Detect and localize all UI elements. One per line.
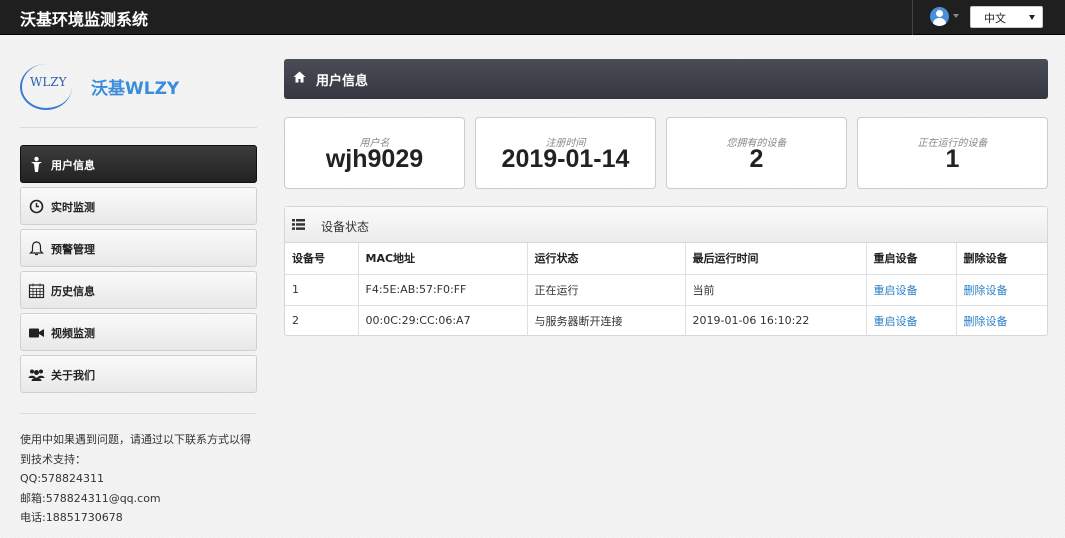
user-menu-caret-icon[interactable] (953, 14, 959, 18)
sidebar-item-label: 关于我们 (51, 369, 95, 382)
device-id: 2 (285, 305, 359, 336)
logo: WLZY 沃基WLZY (20, 64, 257, 110)
device-mac: F4:5E:AB:57:F0:FF (358, 274, 528, 306)
restart-device-link[interactable]: 重启设备 (874, 315, 918, 328)
sidebar-item-user-info[interactable]: 用户信息 (20, 145, 257, 183)
stat-value: 2 (749, 145, 764, 173)
stat-value: wjh9029 (325, 145, 424, 173)
user-icon (31, 156, 42, 172)
stat-value: 1 (945, 145, 960, 173)
device-last-run: 2019-01-06 16:10:22 (685, 305, 867, 336)
user-avatar-icon[interactable] (930, 7, 949, 26)
device-status: 与服务器断开连接 (527, 305, 686, 336)
delete-cell: 删除设备 (956, 274, 1047, 306)
contact-email: 邮箱:578824311@qq.com (20, 491, 161, 505)
device-table: 设备号 MAC地址 运行状态 最后运行时间 重启设备 删除设备 1 F4:5E:… (285, 243, 1047, 336)
top-navbar: 沃基环境监测系统 中文 (0, 0, 1065, 35)
home-icon (293, 71, 306, 83)
sidebar-divider (20, 127, 257, 128)
column-header: 设备号 (285, 243, 359, 275)
panel-header: 设备状态 (285, 207, 1047, 243)
delete-device-link[interactable]: 删除设备 (964, 315, 1008, 328)
app-title: 沃基环境监测系统 (20, 10, 149, 29)
sidebar-item-label: 历史信息 (51, 285, 95, 298)
device-last-run: 当前 (685, 274, 867, 306)
sidebar-item-history[interactable]: 历史信息 (20, 271, 257, 309)
sidebar-item-label: 用户信息 (51, 159, 95, 172)
table-row: 2 00:0C:29:CC:06:A7 与服务器断开连接 2019-01-06 … (285, 305, 1047, 336)
delete-cell: 删除设备 (956, 305, 1047, 336)
device-id: 1 (285, 274, 359, 306)
column-header: 最后运行时间 (685, 243, 867, 275)
sidebar-item-label: 视频监测 (51, 327, 95, 340)
stat-card-username: 用户名 wjh9029 (284, 117, 465, 189)
group-icon (28, 369, 45, 381)
table-header-row: 设备号 MAC地址 运行状态 最后运行时间 重启设备 删除设备 (285, 243, 1047, 275)
bell-icon (29, 241, 44, 256)
page-title: 用户信息 (316, 74, 369, 89)
stat-card-running-devices: 正在运行的设备 1 (857, 117, 1048, 189)
sidebar-divider (20, 413, 257, 414)
column-header: 运行状态 (527, 243, 686, 275)
chevron-down-icon (1029, 15, 1035, 20)
sidebar-item-video-monitoring[interactable]: 视频监测 (20, 313, 257, 351)
language-select[interactable]: 中文 (970, 6, 1043, 28)
restart-cell: 重启设备 (866, 305, 957, 336)
contact-phone: 电话:18851730678 (20, 511, 123, 524)
sidebar-item-about-us[interactable]: 关于我们 (20, 355, 257, 393)
restart-device-link[interactable]: 重启设备 (874, 284, 918, 297)
column-header: MAC地址 (358, 243, 528, 275)
contact-qq: QQ:578824311 (20, 472, 105, 485)
language-select-value: 中文 (984, 12, 1006, 25)
column-header: 删除设备 (956, 243, 1047, 275)
stat-card-register-date: 注册时间 2019-01-14 (475, 117, 656, 189)
video-camera-icon (29, 328, 44, 338)
stat-value: 2019-01-14 (501, 145, 630, 173)
sidebar-item-label: 预警管理 (51, 243, 95, 256)
panel-title: 设备状态 (321, 220, 370, 234)
device-status: 正在运行 (527, 274, 686, 306)
logo-emblem-text: WLZY (30, 75, 67, 89)
delete-device-link[interactable]: 删除设备 (964, 284, 1008, 297)
contact-intro: 使用中如果遇到问题，请通过以下联系方式以得到技术支持： (20, 433, 251, 466)
clock-icon (29, 199, 44, 214)
list-icon (292, 219, 305, 230)
column-header: 重启设备 (866, 243, 957, 275)
calendar-icon (28, 283, 45, 299)
restart-cell: 重启设备 (866, 274, 957, 306)
logo-name: 沃基WLZY (91, 79, 180, 99)
topbar-right: 中文 (912, 0, 1065, 35)
device-status-panel: 设备状态 设备号 MAC地址 运行状态 最后运行时间 重启设备 删除设备 1 F… (284, 206, 1048, 336)
device-mac: 00:0C:29:CC:06:A7 (358, 305, 528, 336)
stat-card-owned-devices: 您拥有的设备 2 (666, 117, 847, 189)
sidebar-item-alert-management[interactable]: 预警管理 (20, 229, 257, 267)
table-row: 1 F4:5E:AB:57:F0:FF 正在运行 当前 重启设备 删除设备 (285, 274, 1047, 306)
sidebar-item-label: 实时监测 (51, 201, 95, 214)
contact-info: 使用中如果遇到问题，请通过以下联系方式以得到技术支持： QQ:578824311… (20, 430, 260, 528)
sidebar-item-realtime-monitoring[interactable]: 实时监测 (20, 187, 257, 225)
page-header: 用户信息 (284, 59, 1048, 99)
logo-emblem: WLZY (20, 64, 72, 110)
